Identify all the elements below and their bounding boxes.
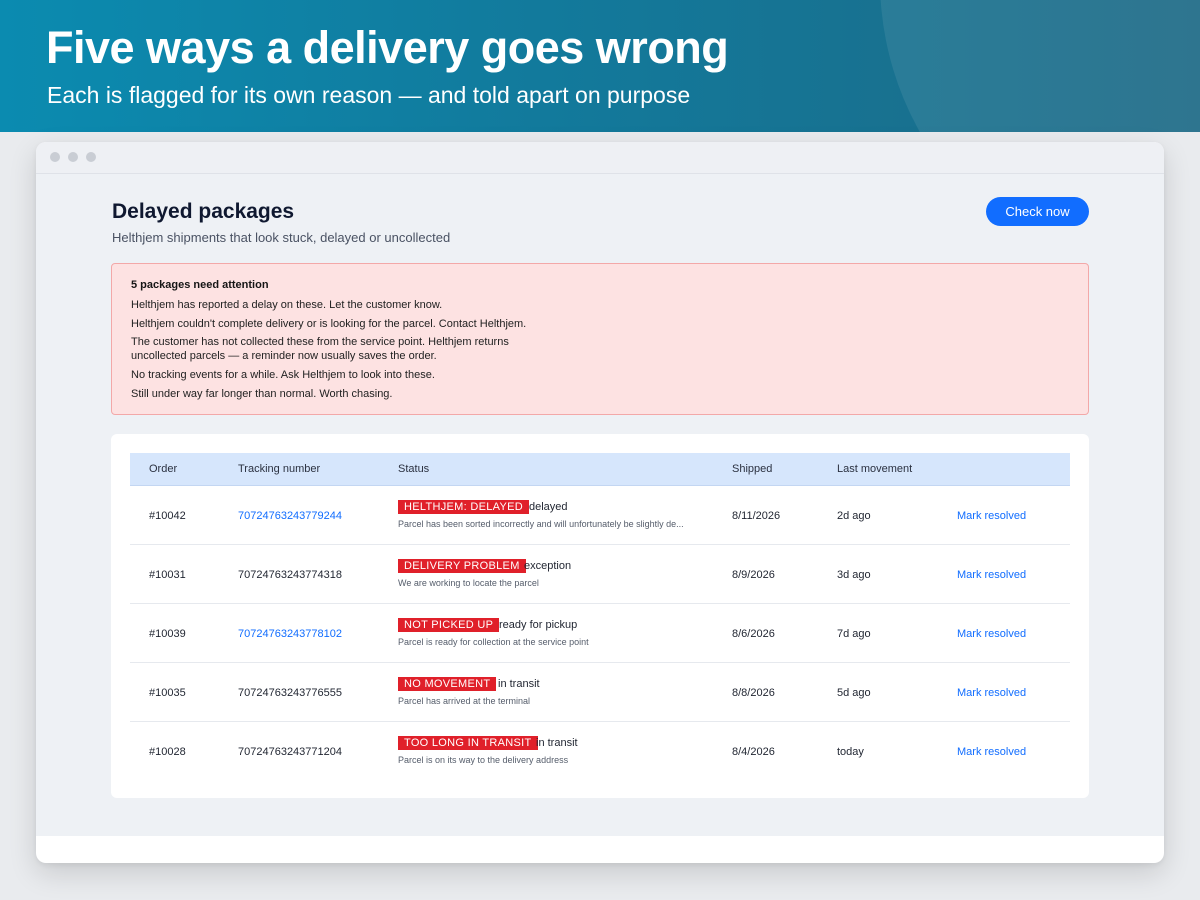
table-row: #10028 70724763243771204 TOO LONG IN TRA… <box>130 722 1070 781</box>
table-row: #10042 70724763243779244 HELTHJEM: DELAY… <box>130 486 1070 545</box>
status-text: in transit <box>536 737 578 749</box>
column-header-last-movement: Last movement <box>837 463 913 475</box>
shipped-date: 8/11/2026 <box>732 510 781 522</box>
page-subtitle: Helthjem shipments that look stuck, dela… <box>112 230 451 245</box>
shipped-date: 8/9/2026 <box>732 569 775 581</box>
packages-table: Order Tracking number Status Shipped Las… <box>111 434 1089 798</box>
mark-resolved-link[interactable]: Mark resolved <box>957 746 1026 758</box>
shipped-date: 8/8/2026 <box>732 687 775 699</box>
alert-line-no-movement: No tracking events for a while. Ask Helt… <box>131 369 435 381</box>
page-content: Delayed packages Helthjem shipments that… <box>36 174 1164 836</box>
last-movement: 3d ago <box>837 569 871 581</box>
hero-title: Five ways a delivery goes wrong <box>46 22 729 73</box>
attention-alert: 5 packages need attention Helthjem has r… <box>111 263 1089 415</box>
alert-line-delayed: Helthjem has reported a delay on these. … <box>131 299 443 311</box>
tracking-number: 70724763243774318 <box>238 569 343 581</box>
mark-resolved-link[interactable]: Mark resolved <box>957 687 1026 699</box>
status-detail: Parcel is ready for collection at the se… <box>398 637 589 647</box>
window-dot-icon <box>50 152 60 162</box>
tracking-number-link[interactable]: 70724763243779244 <box>238 510 342 522</box>
status-badge: DELIVERY PROBLEM <box>398 559 526 573</box>
status-badge: HELTHJEM: DELAYED <box>398 500 529 514</box>
last-movement: 2d ago <box>837 510 871 522</box>
table-row: #10035 70724763243776555 NO MOVEMENT in … <box>130 663 1070 722</box>
check-now-button[interactable]: Check now <box>986 197 1089 226</box>
shipped-date: 8/6/2026 <box>732 628 775 640</box>
last-movement: today <box>837 746 864 758</box>
app-window: Delayed packages Helthjem shipments that… <box>36 142 1164 863</box>
status-detail: Parcel is on its way to the delivery add… <box>398 755 569 765</box>
window-dot-icon <box>68 152 78 162</box>
order-number: #10039 <box>149 628 186 640</box>
status-text: delayed <box>529 501 568 513</box>
alert-line-problem: Helthjem couldn't complete delivery or i… <box>131 318 527 330</box>
status-detail: We are working to locate the parcel <box>398 578 539 588</box>
column-header-status: Status <box>398 463 430 475</box>
last-movement: 5d ago <box>837 687 871 699</box>
page-title: Delayed packages <box>112 200 295 223</box>
tracking-number-link[interactable]: 70724763243778102 <box>238 628 342 640</box>
table-row: #10039 70724763243778102 NOT PICKED UP r… <box>130 604 1070 663</box>
window-titlebar <box>36 142 1164 174</box>
hero-decoration <box>880 0 1200 132</box>
order-number: #10035 <box>149 687 186 699</box>
hero-subtitle: Each is flagged for its own reason — and… <box>47 82 691 108</box>
alert-heading: 5 packages need attention <box>131 279 269 291</box>
status-badge: NOT PICKED UP <box>398 618 500 632</box>
order-number: #10031 <box>149 569 186 581</box>
column-header-tracking: Tracking number <box>238 463 321 475</box>
status-detail: Parcel has been sorted incorrectly and w… <box>398 519 684 529</box>
status-text: exception <box>524 560 572 572</box>
column-header-order: Order <box>149 463 178 475</box>
status-detail: Parcel has arrived at the terminal <box>398 696 531 706</box>
status-text: ready for pickup <box>499 619 578 631</box>
order-number: #10028 <box>149 746 186 758</box>
alert-line-not-picked-up: The customer has not collected these fro… <box>131 336 509 362</box>
order-number: #10042 <box>149 510 186 522</box>
mark-resolved-link[interactable]: Mark resolved <box>957 510 1026 522</box>
status-text: in transit <box>498 678 540 690</box>
mark-resolved-link[interactable]: Mark resolved <box>957 569 1026 581</box>
last-movement: 7d ago <box>837 628 871 640</box>
table-header: Order Tracking number Status Shipped Las… <box>130 453 1070 486</box>
tracking-number: 70724763243771204 <box>238 746 343 758</box>
column-header-shipped: Shipped <box>732 463 773 475</box>
hero-banner: Five ways a delivery goes wrong Each is … <box>0 0 1200 132</box>
tracking-number: 70724763243776555 <box>238 687 343 699</box>
window-dot-icon <box>86 152 96 162</box>
alert-line-too-long: Still under way far longer than normal. … <box>131 388 393 400</box>
mark-resolved-link[interactable]: Mark resolved <box>957 628 1026 640</box>
status-badge: TOO LONG IN TRANSIT <box>398 736 538 750</box>
status-badge: NO MOVEMENT <box>398 677 497 691</box>
table-row: #10031 70724763243774318 DELIVERY PROBLE… <box>130 545 1070 604</box>
shipped-date: 8/4/2026 <box>732 746 775 758</box>
